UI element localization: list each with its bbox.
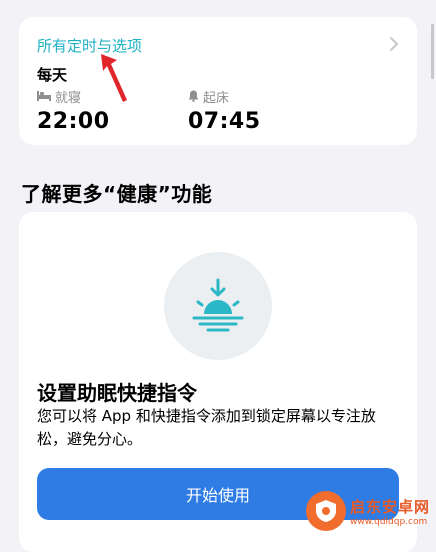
wake-block: 起床 07:45 — [188, 87, 261, 134]
bed-icon — [37, 91, 51, 101]
sunset-icon — [192, 278, 244, 332]
watermark: 启东安卓网 www.qdldqp.com — [306, 488, 432, 534]
chevron-right-icon — [390, 37, 398, 51]
watermark-name: 启东安卓网 — [350, 497, 431, 516]
shield-icon — [316, 500, 336, 522]
bedtime-value: 22:00 — [37, 109, 110, 134]
wake-label-row: 起床 — [188, 87, 261, 106]
annotation-arrow-icon — [101, 54, 127, 102]
bell-icon — [188, 90, 199, 102]
watermark-url: www.qdldqp.com — [350, 516, 428, 527]
watermark-logo-icon — [306, 491, 346, 531]
section-title: 了解更多“健康”功能 — [21, 182, 213, 206]
hero-illustration — [164, 252, 272, 360]
feature-description: 您可以将 App 和快捷指令添加到锁定屏幕以专注放松，避免分心。 — [37, 407, 376, 448]
bedtime-label: 就寝 — [55, 90, 82, 106]
sleep-schedule-card[interactable]: 所有定时与选项 每天 就寝 22:00 起床 07:45 — [19, 17, 417, 145]
wake-value: 07:45 — [188, 109, 261, 134]
wake-label: 起床 — [203, 90, 230, 106]
feature-title: 设置助眠快捷指令 — [37, 381, 197, 405]
scroll-indicator[interactable] — [431, 24, 434, 79]
watermark-text: 启东安卓网 www.qdldqp.com — [350, 496, 430, 527]
schedule-frequency: 每天 — [37, 66, 68, 84]
